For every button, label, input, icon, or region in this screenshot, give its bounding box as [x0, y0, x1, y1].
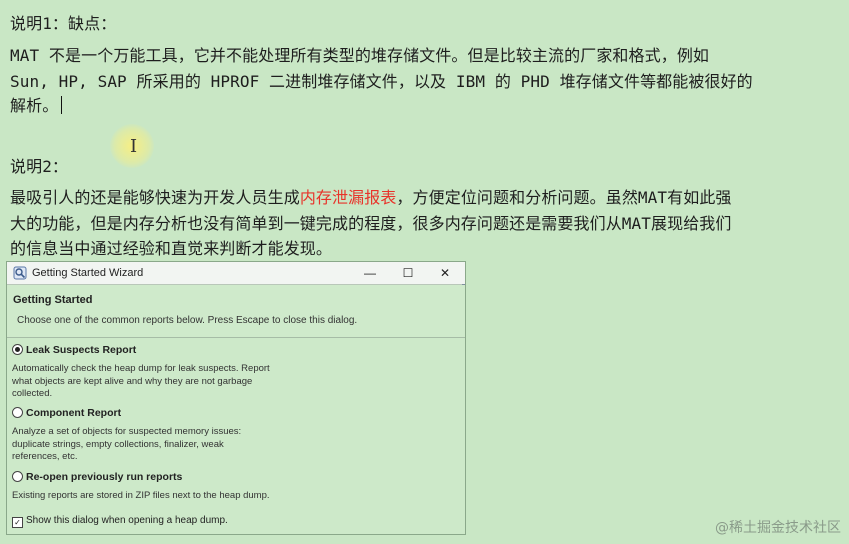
option-reopen-reports[interactable]: Re-open previously run reports — [12, 471, 182, 483]
option-component-report[interactable]: Component Report — [12, 407, 121, 419]
show-dialog-checkbox-label: Show this dialog when opening a heap dum… — [26, 515, 228, 526]
radio-leak-suspects[interactable] — [12, 344, 23, 355]
option-description-line: duplicate strings, empty collections, fi… — [12, 438, 224, 450]
option-leak-suspects-report[interactable]: Leak Suspects Report — [12, 344, 136, 356]
minimize-button[interactable]: — — [355, 264, 385, 282]
show-dialog-checkbox[interactable]: ✓ — [12, 517, 23, 528]
maximize-button[interactable]: ☐ — [393, 264, 423, 282]
option-description-line: Analyze a set of objects for suspected m… — [12, 426, 242, 437]
note2-line-3: 的信息当中通过经验和直觉来判断才能发现。 — [10, 239, 333, 258]
text-caret — [61, 96, 63, 114]
note1-line-1: MAT 不是一个万能工具，它并不能处理所有类型的堆存储文件。但是比较主流的厂家和… — [10, 46, 710, 65]
note2-line-2: 大的功能，但是内存分析也没有简单到一键完成的程度，很多内存问题还是需要我们从MA… — [10, 214, 732, 233]
note1-line-3-text: 解析。 — [10, 96, 59, 115]
note1-heading: 说明1：缺点： — [10, 14, 117, 33]
dialog-titlebar[interactable]: Getting Started Wizard — ☐ ✕ — [7, 262, 465, 285]
dialog-header-description: Choose one of the common reports below. … — [17, 315, 358, 326]
option-label: Component Report — [26, 407, 122, 419]
note2-heading: 说明2： — [10, 157, 69, 176]
show-dialog-checkbox-row[interactable]: ✓ Show this dialog when opening a heap du… — [12, 515, 228, 528]
option-description-line: Automatically check the heap dump for le… — [12, 363, 270, 374]
note2-highlight-memory-leak-report: 内存泄漏报表 — [299, 188, 397, 207]
option-description: Automatically check the heap dump for le… — [12, 363, 312, 401]
option-description-line: Existing reports are stored in ZIP files… — [12, 490, 270, 501]
document-area[interactable]: 说明1：缺点： MAT 不是一个万能工具，它并不能处理所有类型的堆存储文件。但是… — [0, 0, 849, 544]
dialog-header: Getting Started Choose one of the common… — [7, 285, 465, 338]
note2-line-1-post: ，方便定位问题和分析问题。虽然MAT有如此强 — [396, 188, 732, 207]
note2-line-1-pre: 最吸引人的还是能够快速为开发人员生成 — [10, 188, 300, 207]
option-description: Existing reports are stored in ZIP files… — [12, 490, 392, 503]
watermark: @稀土掘金技术社区 — [715, 520, 841, 536]
mat-wizard-icon — [13, 266, 27, 280]
option-description-line: collected. — [12, 388, 53, 399]
close-button[interactable]: ✕ — [430, 264, 460, 282]
dialog-title: Getting Started Wizard — [32, 267, 144, 279]
option-label: Leak Suspects Report — [26, 344, 137, 356]
option-description-line: references, etc. — [12, 451, 78, 462]
radio-reopen-reports[interactable] — [12, 471, 23, 482]
note1-line-3: 解析。 — [10, 92, 63, 116]
note1-line-2: Sun, HP, SAP 所采用的 HPROF 二进制堆存储文件，以及 IBM … — [10, 72, 753, 91]
option-description: Analyze a set of objects for suspected m… — [12, 426, 312, 464]
dialog-header-title: Getting Started — [13, 294, 93, 306]
option-description-line: what objects are kept alive and why they… — [12, 375, 253, 387]
option-label: Re-open previously run reports — [26, 471, 183, 483]
getting-started-wizard-dialog[interactable]: Getting Started Wizard — ☐ ✕ Getting Sta… — [6, 261, 466, 535]
note2-line-1: 最吸引人的还是能够快速为开发人员生成内存泄漏报表，方便定位问题和分析问题。虽然M… — [10, 184, 732, 208]
text-cursor-icon: I — [130, 136, 138, 157]
radio-component-report[interactable] — [12, 407, 23, 418]
